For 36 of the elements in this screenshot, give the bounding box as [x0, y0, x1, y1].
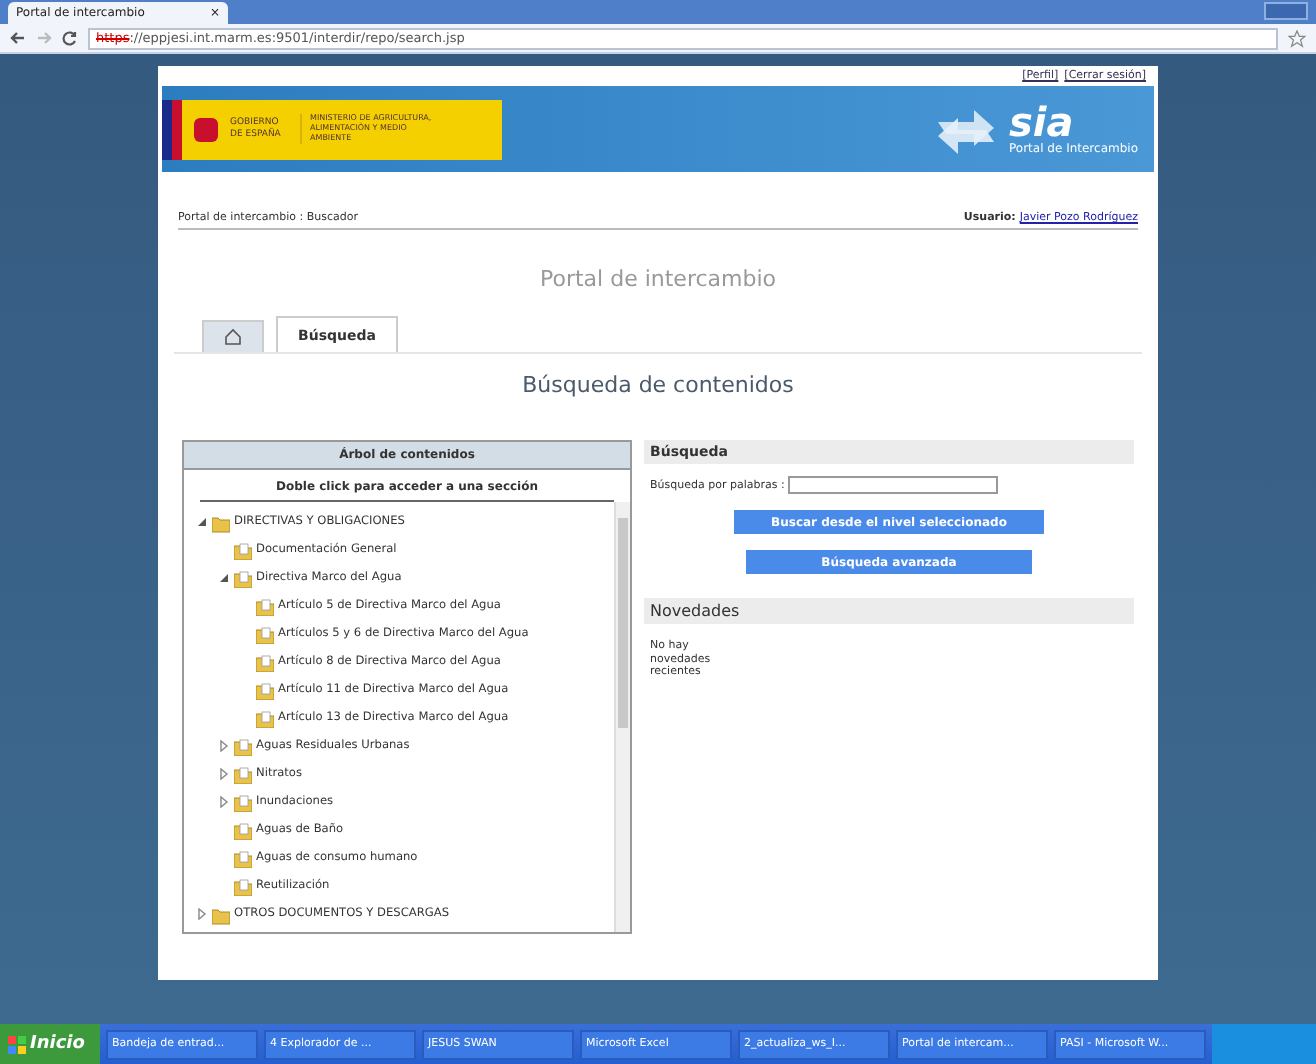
collapse-icon[interactable]: [218, 572, 230, 584]
folder-icon: [234, 821, 252, 839]
system-tray: [1212, 1024, 1316, 1064]
folder-icon: [234, 793, 252, 811]
windows-logo-icon: [8, 1035, 26, 1053]
expand-icon[interactable]: [218, 768, 230, 780]
home-icon: [224, 328, 242, 346]
folder-icon: [234, 849, 252, 867]
folder-icon: [256, 653, 274, 671]
back-icon[interactable]: [10, 30, 26, 46]
folder-icon: [256, 709, 274, 727]
reload-icon[interactable]: [62, 30, 78, 46]
expand-icon[interactable]: [218, 796, 230, 808]
start-button[interactable]: Inicio: [0, 1024, 100, 1064]
keyword-field[interactable]: [788, 476, 999, 494]
news-header: Novedades: [644, 598, 1134, 624]
folder-icon: [256, 681, 274, 699]
forward-icon[interactable]: [36, 30, 52, 46]
folder-icon: [212, 903, 230, 925]
folder-icon: [234, 877, 252, 895]
scrollbar[interactable]: [614, 502, 630, 932]
folder-icon: [256, 625, 274, 643]
folder-icon: [256, 597, 274, 615]
folder-icon: [234, 737, 252, 755]
star-icon[interactable]: [1288, 29, 1306, 47]
page-title: Portal de intercambio: [537, 266, 778, 292]
folder-icon: [234, 569, 252, 587]
expand-icon[interactable]: [218, 740, 230, 752]
home-tab[interactable]: [202, 320, 264, 352]
window-controls[interactable]: [1264, 2, 1308, 20]
folder-icon: [234, 765, 252, 783]
folder-icon: [212, 511, 230, 533]
collapse-icon[interactable]: [196, 516, 208, 528]
expand-icon[interactable]: [196, 908, 208, 920]
section-heading: Búsqueda de contenidos: [520, 372, 796, 398]
folder-icon: [234, 541, 252, 559]
